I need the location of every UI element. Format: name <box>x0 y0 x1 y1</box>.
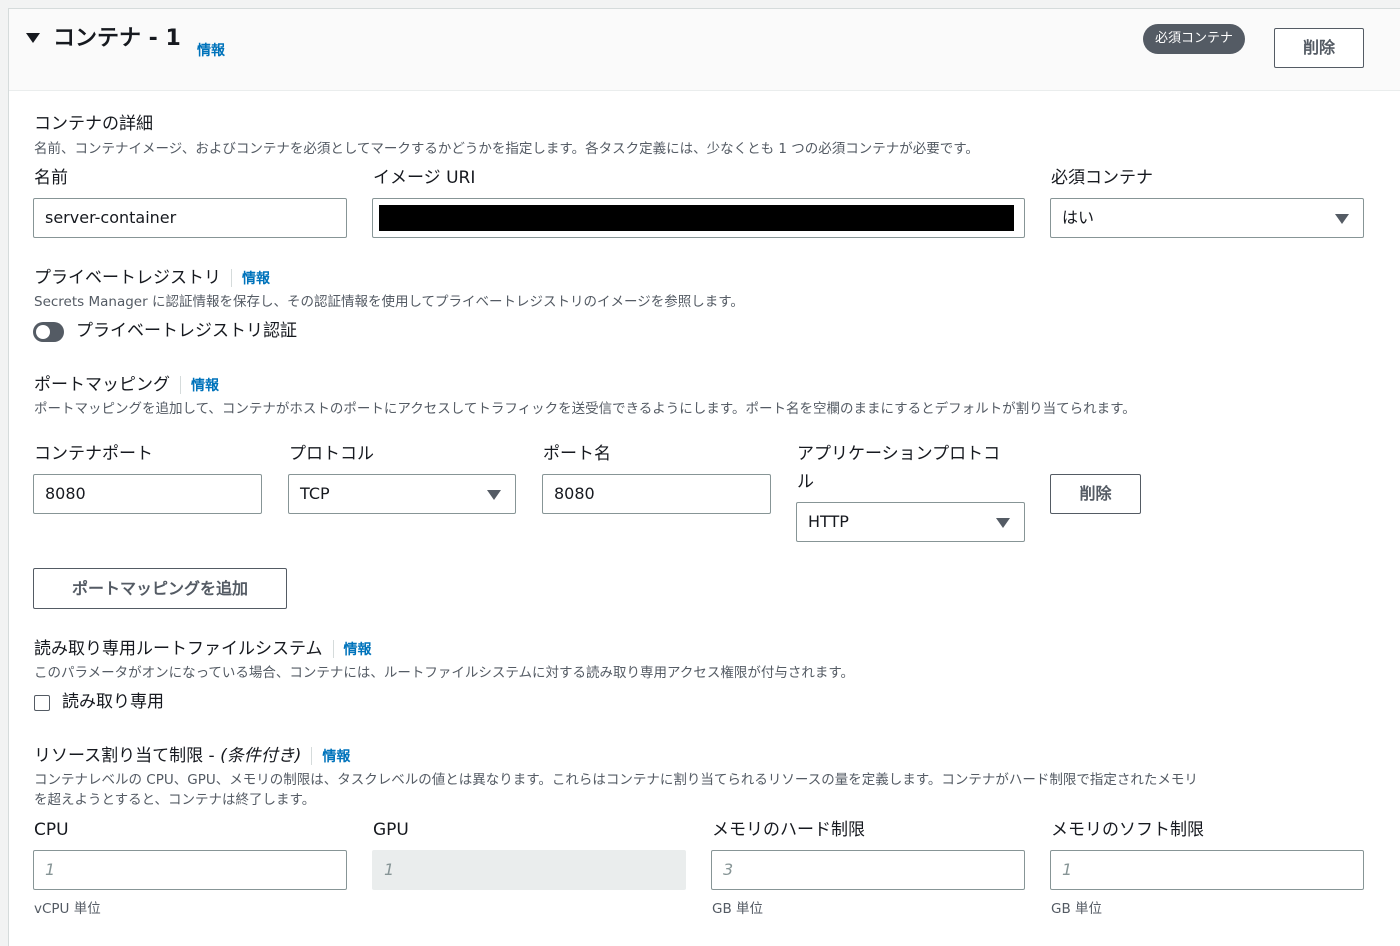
toggle-knob <box>36 325 50 339</box>
redacted-image-uri <box>379 205 1014 231</box>
readonly-fs-title: 読み取り専用ルートファイルシステム 情報 <box>34 639 372 659</box>
private-registry-info-link[interactable]: 情報 <box>242 271 270 287</box>
remove-port-mapping-button[interactable]: 削除 <box>1050 474 1141 514</box>
collapse-caret-icon[interactable] <box>26 33 40 43</box>
protocol-select[interactable]: TCP <box>288 474 516 514</box>
cpu-label: CPU <box>34 820 69 840</box>
readonly-fs-info-link[interactable]: 情報 <box>344 642 372 658</box>
image-uri-label: イメージ URI <box>373 168 476 188</box>
port-mappings-info-link[interactable]: 情報 <box>191 378 219 394</box>
mem-soft-input[interactable]: 1 <box>1050 850 1364 890</box>
readonly-checkbox[interactable] <box>34 695 50 711</box>
readonly-fs-description: このパラメータがオンになっている場合、コンテナには、ルートファイルシステムに対す… <box>34 665 854 681</box>
protocol-select-value: TCP <box>300 484 330 503</box>
private-registry-title: プライベートレジストリ 情報 <box>34 268 270 288</box>
cpu-hint: vCPU 単位 <box>34 901 101 917</box>
private-registry-toggle[interactable] <box>33 322 64 342</box>
mem-hard-hint: GB 単位 <box>712 901 764 917</box>
container-port-input[interactable]: 8080 <box>33 474 262 514</box>
port-name-label: ポート名 <box>543 444 611 464</box>
delete-container-button[interactable]: 削除 <box>1274 28 1364 68</box>
dropdown-caret-icon <box>487 490 501 500</box>
port-mappings-title: ポートマッピング 情報 <box>34 375 219 395</box>
gpu-label: GPU <box>373 820 409 840</box>
port-mappings-description: ポートマッピングを追加して、コンテナがホストのポートにアクセスしてトラフィックを… <box>34 401 1136 417</box>
essential-select[interactable]: はい <box>1050 198 1364 238</box>
mem-hard-input[interactable]: 3 <box>711 850 1025 890</box>
container-title: コンテナ - 1 <box>53 26 181 51</box>
essential-select-value: はい <box>1062 208 1095 227</box>
resources-info-link[interactable]: 情報 <box>322 749 350 765</box>
private-registry-description: Secrets Manager に認証情報を保存し、その認証情報を使用してプライ… <box>34 294 744 310</box>
name-label: 名前 <box>34 168 68 188</box>
essential-label: 必須コンテナ <box>1051 168 1153 188</box>
details-description: 名前、コンテナイメージ、およびコンテナを必須としてマークするかどうかを指定します… <box>34 141 979 157</box>
mem-hard-label: メモリのハード制限 <box>712 820 865 840</box>
image-uri-input[interactable] <box>372 198 1025 238</box>
mem-soft-hint: GB 単位 <box>1051 901 1103 917</box>
resources-description-line2: を超えようとすると、コンテナは終了します。 <box>34 792 316 808</box>
private-registry-toggle-label: プライベートレジストリ認証 <box>76 321 297 341</box>
mem-soft-label: メモリのソフト制限 <box>1051 820 1204 840</box>
details-title: コンテナの詳細 <box>34 114 153 134</box>
dropdown-caret-icon <box>1335 214 1349 224</box>
add-port-mapping-button[interactable]: ポートマッピングを追加 <box>33 568 287 609</box>
protocol-label: プロトコル <box>289 444 374 464</box>
app-protocol-select-value: HTTP <box>808 512 849 531</box>
resources-description-line1: コンテナレベルの CPU、GPU、メモリの制限は、タスクレベルの値とは異なります… <box>34 772 1198 788</box>
readonly-checkbox-label: 読み取り専用 <box>62 692 164 712</box>
name-input[interactable]: server-container <box>33 198 347 238</box>
dropdown-caret-icon <box>996 518 1010 528</box>
cpu-input[interactable]: 1 <box>33 850 347 890</box>
app-protocol-label-line1: アプリケーションプロトコ <box>797 444 1001 464</box>
essential-container-badge: 必須コンテナ <box>1143 24 1246 54</box>
app-protocol-select[interactable]: HTTP <box>796 502 1025 542</box>
port-name-input[interactable]: 8080 <box>542 474 771 514</box>
app-protocol-label-line2: ル <box>797 472 814 492</box>
gpu-input: 1 <box>372 850 686 890</box>
header-info-link[interactable]: 情報 <box>197 40 225 60</box>
resources-title: リソース割り当て制限 - (条件付き) 情報 <box>34 746 351 766</box>
container-port-label: コンテナポート <box>34 444 153 464</box>
